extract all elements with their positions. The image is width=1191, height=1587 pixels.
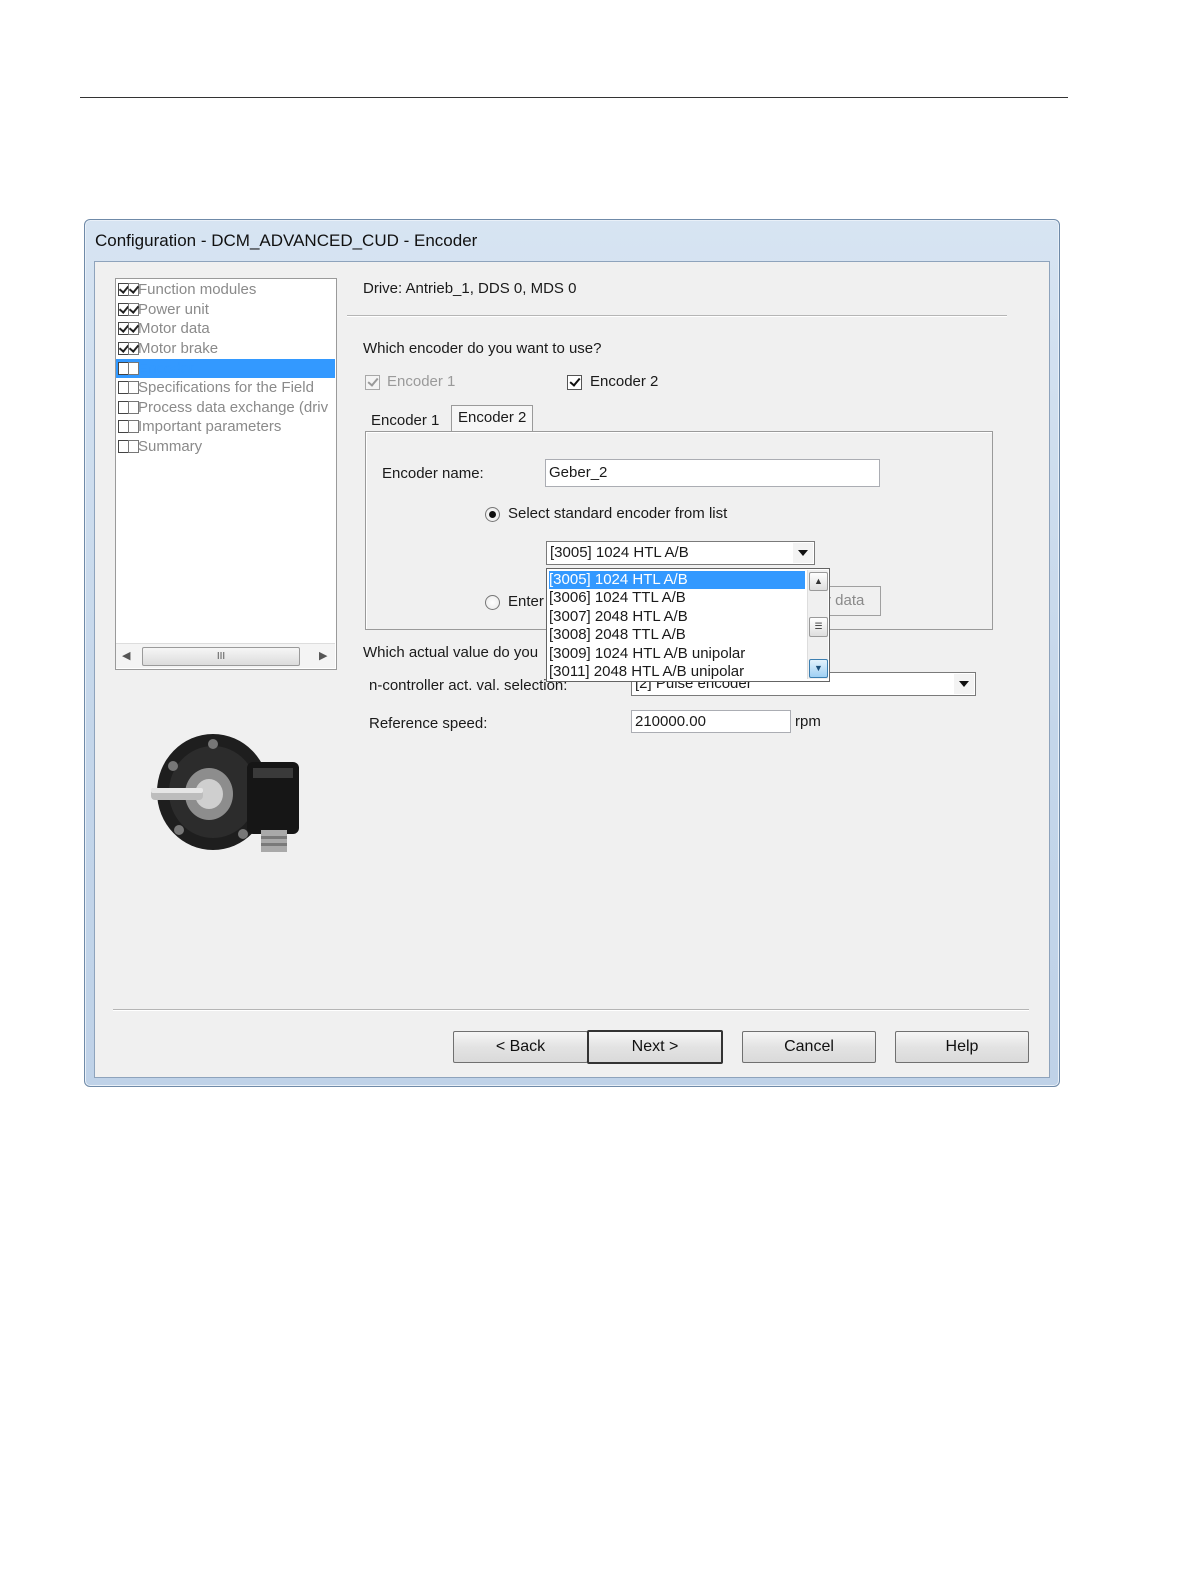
- tab-encoder-2[interactable]: Encoder 2: [451, 405, 534, 433]
- reference-speed-unit: rpm: [795, 713, 821, 730]
- page-top-rule: [80, 97, 1068, 98]
- reference-speed-label: Reference speed:: [369, 715, 488, 732]
- separator: [347, 315, 1007, 317]
- scroll-down-icon[interactable]: ▼: [809, 659, 828, 678]
- encoder1-checkbox[interactable]: [365, 375, 380, 390]
- radio-select-standard-encoder[interactable]: [485, 507, 500, 522]
- encoder1-checkbox-label: Encoder 1: [387, 373, 456, 390]
- scroll-left-icon[interactable]: ◀: [122, 649, 130, 662]
- tree-item-label: Process data exchange (driv: [138, 399, 329, 416]
- scroll-up-icon[interactable]: ▲: [809, 572, 828, 591]
- encoder-name-label: Encoder name:: [382, 465, 484, 482]
- tree-item-label: Motor brake: [138, 340, 219, 357]
- drive-info: Drive: Antrieb_1, DDS 0, MDS 0: [363, 280, 577, 297]
- dropdown-vertical-scrollbar[interactable]: ▲ ☰ ▼: [807, 570, 828, 679]
- tree-item-label: Important parameters: [138, 418, 282, 435]
- tree-item-motor-brake[interactable]: Motor brake: [116, 339, 335, 358]
- dropdown-option[interactable]: [3006] 1024 TTL A/B: [549, 589, 805, 607]
- scrollbar-thumb[interactable]: ☰: [809, 617, 828, 637]
- tree-item-label: Encoder: [138, 360, 194, 377]
- radio-enter-data[interactable]: [485, 595, 500, 610]
- configuration-window: Configuration - DCM_ADVANCED_CUD - Encod…: [84, 219, 1060, 1087]
- tree-item-power-unit[interactable]: Power unit: [116, 300, 335, 319]
- tree-item-label: Power unit: [138, 301, 209, 318]
- tab-encoder-1[interactable]: Encoder 1: [365, 409, 445, 433]
- tree-item-motor-data[interactable]: Motor data: [116, 319, 335, 338]
- encoder-tabs: Encoder 1 Encoder 2: [365, 405, 625, 433]
- dialog-client-area: Function modules Power unit Motor data M…: [94, 261, 1050, 1078]
- tree-item-label: Specifications for the Field: [138, 379, 314, 396]
- dropdown-option[interactable]: [3009] 1024 HTL A/B unipolar: [549, 645, 805, 663]
- tree-item-function-modules[interactable]: Function modules: [116, 280, 335, 299]
- tree-item-label: Motor data: [138, 320, 210, 337]
- help-button[interactable]: Help: [895, 1031, 1029, 1063]
- cancel-button[interactable]: Cancel: [742, 1031, 876, 1063]
- encoder2-checkbox[interactable]: [567, 375, 582, 390]
- dropdown-option[interactable]: [3011] 2048 HTL A/B unipolar: [549, 663, 805, 681]
- chevron-down-icon[interactable]: [954, 674, 974, 694]
- tree-item-label: Function modules: [138, 281, 257, 298]
- chevron-down-icon[interactable]: [793, 543, 813, 563]
- dropdown-option[interactable]: [3008] 2048 TTL A/B: [549, 626, 805, 644]
- tree-item-summary[interactable]: Summary: [116, 437, 335, 456]
- dropdown-option[interactable]: [3005] 1024 HTL A/B: [549, 571, 805, 589]
- encoder-question: Which encoder do you want to use?: [363, 340, 602, 357]
- actual-value-question: Which actual value do you: [363, 644, 539, 661]
- encoder-name-input[interactable]: Geber_2: [545, 459, 880, 487]
- tree-item-important-parameters[interactable]: Important parameters: [116, 417, 335, 436]
- scrollbar-thumb[interactable]: III: [142, 647, 300, 666]
- bottom-separator: [113, 1009, 1029, 1011]
- dropdown-option[interactable]: [3007] 2048 HTL A/B: [549, 608, 805, 626]
- radio-enter-data-label: Enter: [508, 593, 544, 610]
- back-button[interactable]: < Back: [453, 1031, 588, 1063]
- encoder-image: [151, 734, 299, 852]
- standard-encoder-combobox[interactable]: [3005] 1024 HTL A/B: [546, 541, 815, 565]
- scroll-right-icon[interactable]: ▶: [319, 649, 327, 662]
- tree-horizontal-scrollbar[interactable]: ◀ III ▶: [116, 643, 335, 668]
- radio-select-standard-encoder-label: Select standard encoder from list: [508, 505, 728, 522]
- next-button[interactable]: Next >: [587, 1030, 723, 1064]
- encoder2-checkbox-label: Encoder 2: [590, 373, 659, 390]
- tree-item-field-specifications[interactable]: Specifications for the Field: [116, 378, 335, 397]
- reference-speed-input[interactable]: 210000.00: [631, 710, 791, 733]
- tree-item-label: Summary: [138, 438, 203, 455]
- wizard-step-tree: Function modules Power unit Motor data M…: [115, 278, 337, 670]
- tree-item-process-data-exchange[interactable]: Process data exchange (driv: [116, 398, 335, 417]
- encoder-dropdown-list[interactable]: [3005] 1024 HTL A/B [3006] 1024 TTL A/B …: [546, 568, 830, 682]
- window-title: Configuration - DCM_ADVANCED_CUD - Encod…: [95, 231, 478, 250]
- combobox-value: [3005] 1024 HTL A/B: [550, 544, 689, 561]
- tree-item-encoder[interactable]: Encoder: [116, 359, 335, 378]
- n-controller-label: n-controller act. val. selection:: [369, 677, 568, 694]
